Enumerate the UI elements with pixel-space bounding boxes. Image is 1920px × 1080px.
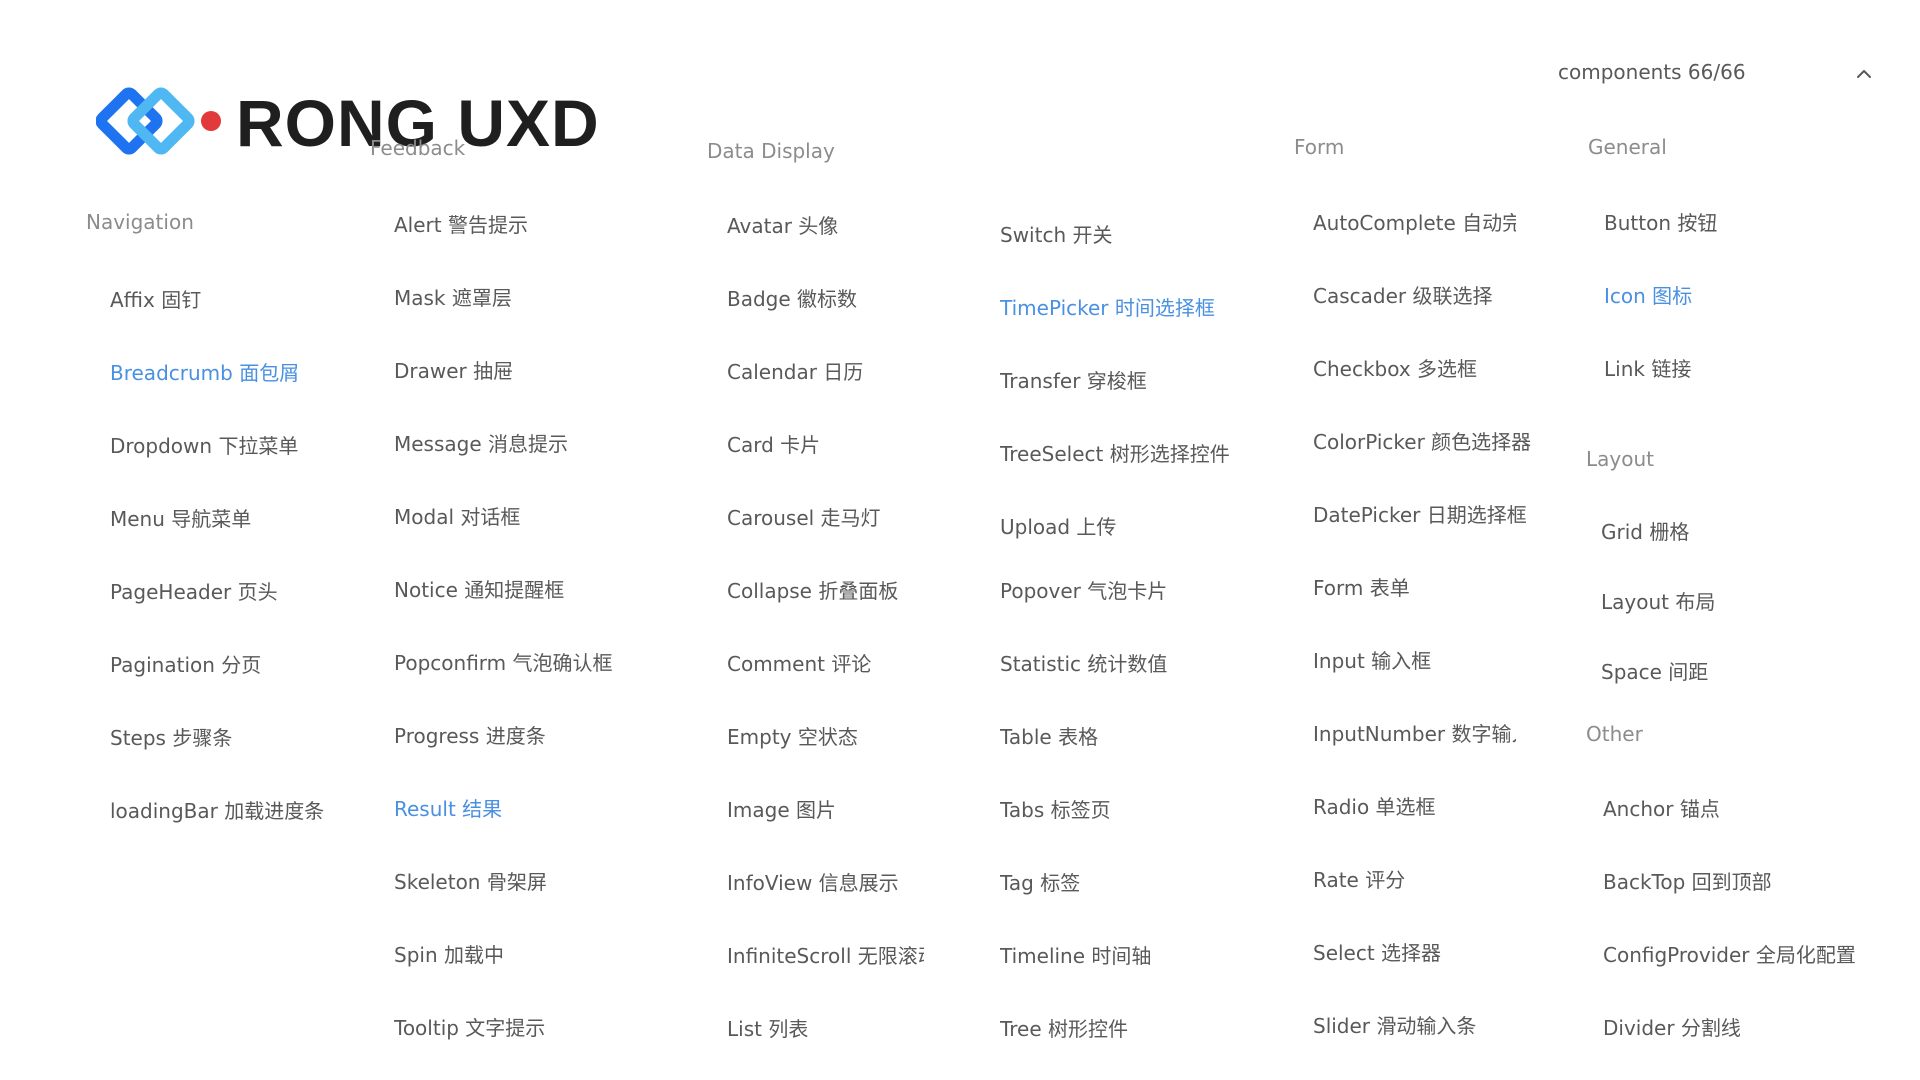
data-display-item-calendar[interactable]: Calendar 日历 (727, 356, 863, 385)
other-item-divider[interactable]: Divider 分割线 (1603, 1012, 1741, 1041)
data-display-item-badge[interactable]: Badge 徽标数 (727, 283, 857, 312)
data-display-item-avatar[interactable]: Avatar 头像 (727, 210, 838, 239)
category-navigation: Navigation (86, 210, 194, 234)
general-item-link[interactable]: Link 链接 (1604, 353, 1691, 382)
nav-item-breadcrumb[interactable]: Breadcrumb 面包屑 (110, 357, 299, 386)
data-display-item-carousel[interactable]: Carousel 走马灯 (727, 502, 881, 531)
category-layout: Layout (1586, 447, 1654, 471)
data-display-item-switch[interactable]: Switch 开关 (1000, 219, 1112, 248)
form-item-autocomplete[interactable]: AutoComplete 自动完成 (1313, 207, 1516, 236)
form-item-checkbox[interactable]: Checkbox 多选框 (1313, 353, 1477, 382)
general-item-button[interactable]: Button 按钮 (1604, 207, 1717, 236)
layout-item-layout[interactable]: Layout 布局 (1601, 586, 1715, 615)
form-item-slider[interactable]: Slider 滑动输入条 (1313, 1010, 1476, 1039)
feedback-item-result[interactable]: Result 结果 (394, 793, 502, 822)
data-display-item-popover[interactable]: Popover 气泡卡片 (1000, 575, 1167, 604)
nav-item-pageheader[interactable]: PageHeader 页头 (110, 576, 278, 605)
form-item-form[interactable]: Form 表单 (1313, 572, 1410, 601)
data-display-item-list[interactable]: List 列表 (727, 1013, 808, 1042)
data-display-item-card[interactable]: Card 卡片 (727, 429, 820, 458)
data-display-item-tree[interactable]: Tree 树形控件 (1000, 1013, 1128, 1042)
category-form: Form (1294, 135, 1345, 159)
feedback-item-modal[interactable]: Modal 对话框 (394, 501, 520, 530)
feedback-item-popconfirm[interactable]: Popconfirm 气泡确认框 (394, 647, 613, 676)
data-display-item-comment[interactable]: Comment 评论 (727, 648, 871, 677)
category-data-display: Data Display (707, 139, 835, 163)
other-item-configprovider[interactable]: ConfigProvider 全局化配置 (1603, 939, 1856, 968)
data-display-item-collapse[interactable]: Collapse 折叠面板 (727, 575, 898, 604)
form-item-inputnumber[interactable]: InputNumber 数字输入框 (1313, 718, 1516, 747)
data-display-item-upload[interactable]: Upload 上传 (1000, 511, 1116, 540)
general-item-icon[interactable]: Icon 图标 (1604, 280, 1692, 309)
rong-logo-icon (96, 87, 221, 155)
data-display-item-statistic[interactable]: Statistic 统计数值 (1000, 648, 1167, 677)
layout-item-grid[interactable]: Grid 栅格 (1601, 516, 1689, 545)
other-item-backtop[interactable]: BackTop 回到顶部 (1603, 866, 1772, 895)
nav-item-dropdown[interactable]: Dropdown 下拉菜单 (110, 430, 298, 459)
components-counter: components 66/66 (1558, 60, 1746, 84)
layout-item-space[interactable]: Space 间距 (1601, 656, 1708, 685)
nav-item-steps[interactable]: Steps 步骤条 (110, 722, 232, 751)
nav-item-loadingbar[interactable]: loadingBar 加载进度条 (110, 795, 324, 824)
data-display-item-tag[interactable]: Tag 标签 (1000, 867, 1080, 896)
component-index-page: RONG UXD components 66/66 Navigation Fee… (0, 0, 1920, 1080)
category-other: Other (1586, 722, 1643, 746)
category-feedback: Feedback (370, 136, 466, 160)
chevron-up-icon[interactable] (1852, 62, 1876, 86)
nav-item-affix[interactable]: Affix 固钉 (110, 284, 201, 313)
feedback-item-skeleton[interactable]: Skeleton 骨架屏 (394, 866, 547, 895)
form-item-radio[interactable]: Radio 单选框 (1313, 791, 1436, 820)
data-display-item-timeline[interactable]: Timeline 时间轴 (1000, 940, 1151, 969)
form-item-select[interactable]: Select 选择器 (1313, 937, 1441, 966)
feedback-item-alert[interactable]: Alert 警告提示 (394, 209, 528, 238)
form-item-datepicker[interactable]: DatePicker 日期选择框 (1313, 499, 1527, 528)
form-item-input[interactable]: Input 输入框 (1313, 645, 1431, 674)
feedback-item-tooltip[interactable]: Tooltip 文字提示 (394, 1012, 545, 1041)
feedback-item-mask[interactable]: Mask 遮罩层 (394, 282, 512, 311)
data-display-item-treeselect[interactable]: TreeSelect 树形选择控件 (1000, 438, 1230, 467)
other-item-anchor[interactable]: Anchor 锚点 (1603, 793, 1720, 822)
feedback-item-message[interactable]: Message 消息提示 (394, 428, 568, 457)
category-general: General (1588, 135, 1667, 159)
data-display-item-tabs[interactable]: Tabs 标签页 (1000, 794, 1111, 823)
data-display-item-transfer[interactable]: Transfer 穿梭框 (1000, 365, 1147, 394)
nav-item-pagination[interactable]: Pagination 分页 (110, 649, 261, 678)
data-display-item-image[interactable]: Image 图片 (727, 794, 836, 823)
form-item-cascader[interactable]: Cascader 级联选择 (1313, 280, 1492, 309)
form-item-colorpicker[interactable]: ColorPicker 颜色选择器 (1313, 426, 1531, 455)
data-display-item-timepicker[interactable]: TimePicker 时间选择框 (1000, 292, 1215, 321)
data-display-item-table[interactable]: Table 表格 (1000, 721, 1098, 750)
feedback-item-notice[interactable]: Notice 通知提醒框 (394, 574, 564, 603)
feedback-item-spin[interactable]: Spin 加载中 (394, 939, 504, 968)
feedback-item-progress[interactable]: Progress 进度条 (394, 720, 546, 749)
feedback-item-drawer[interactable]: Drawer 抽屉 (394, 355, 513, 384)
data-display-item-infoview[interactable]: InfoView 信息展示 (727, 867, 899, 896)
brand-logo[interactable]: RONG UXD (96, 80, 600, 166)
nav-item-menu[interactable]: Menu 导航菜单 (110, 503, 251, 532)
data-display-item-infinitescroll[interactable]: InfiniteScroll 无限滚动 (727, 940, 924, 969)
form-item-rate[interactable]: Rate 评分 (1313, 864, 1405, 893)
data-display-item-empty[interactable]: Empty 空状态 (727, 721, 858, 750)
